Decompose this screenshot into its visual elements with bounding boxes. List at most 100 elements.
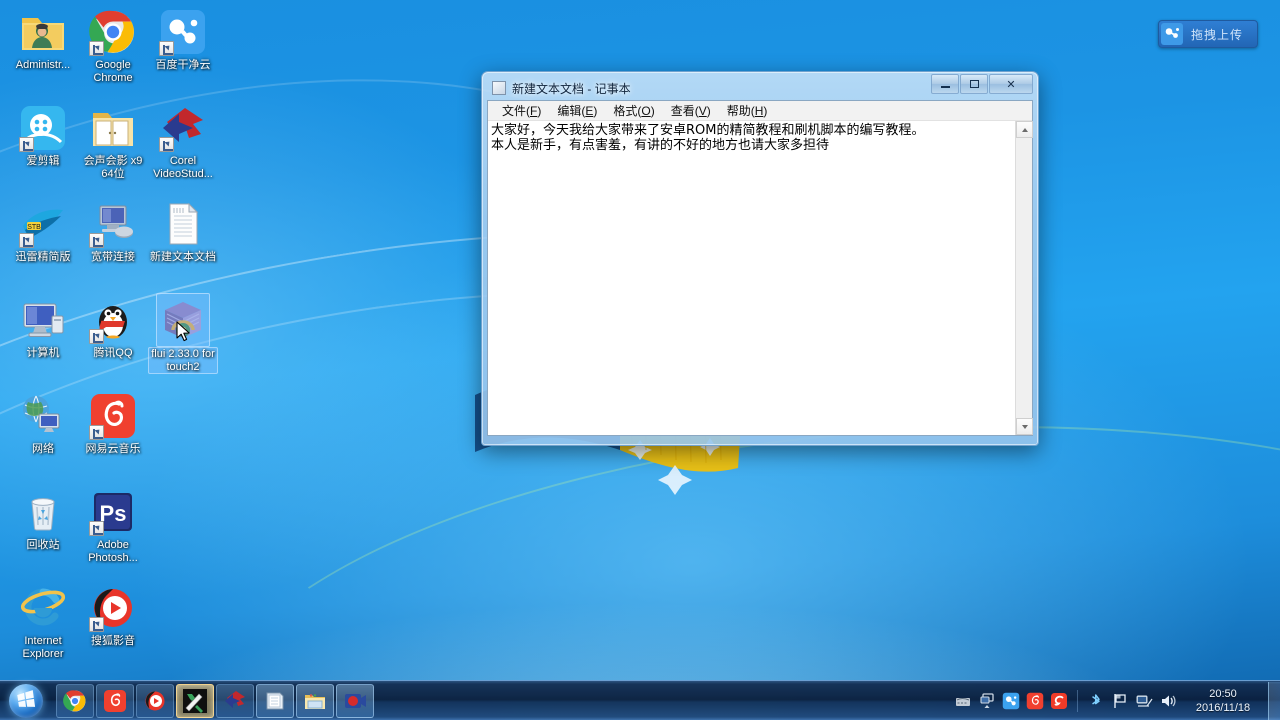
- show-desktop-button[interactable]: [1268, 681, 1280, 720]
- taskbar-sohu-video[interactable]: [136, 683, 174, 718]
- desktop-icon-broadband-connection[interactable]: 宽带连接: [78, 200, 148, 264]
- desktop-icon-computer[interactable]: 计算机: [8, 296, 78, 360]
- start-button[interactable]: [2, 682, 50, 720]
- notepad-titlebar[interactable]: 新建文本文档 - 记事本 ✕: [487, 74, 1033, 100]
- drag-upload-widget[interactable]: 拖拽上传: [1157, 20, 1258, 48]
- desktop-icon-aijianji[interactable]: 爱剪辑: [8, 104, 78, 168]
- desktop-icon-label: 腾讯QQ: [93, 347, 133, 359]
- desktop-icon-netease-music[interactable]: 网易云音乐: [78, 392, 148, 456]
- shortcut-overlay-icon: [89, 41, 104, 56]
- chrome-icon: [63, 689, 87, 713]
- desktop-icon-label: Adobe Photosh...: [88, 539, 138, 564]
- desktop-icon-label: 搜狐影音: [91, 635, 135, 647]
- scroll-down-arrow-icon[interactable]: [1016, 418, 1033, 435]
- desktop-icon-label: 回收站: [26, 539, 60, 551]
- baidu-cloud-icon: [159, 8, 207, 56]
- desktop-icon-label: 网易云音乐: [85, 443, 141, 455]
- desktop-icon-label: flui 2.33.0 for touch2: [148, 347, 218, 374]
- notepad-text-area[interactable]: 大家好，今天我给大家带来了安卓ROM的精简教程和刷机脚本的编写教程。 本人是新手…: [488, 121, 1015, 435]
- taskbar[interactable]: 20:50 2016/11/18: [0, 680, 1280, 720]
- tray-baidu-cloud[interactable]: [1002, 692, 1020, 710]
- notepad-menu-o[interactable]: 格式(O): [605, 100, 662, 121]
- notepad-menu-f[interactable]: 文件(F): [494, 100, 549, 121]
- desktop-icon-recycle-bin[interactable]: 回收站: [8, 488, 78, 552]
- photoshop-icon: Ps: [89, 488, 137, 536]
- desktop-icon-label: Corel VideoStud...: [153, 155, 213, 180]
- desktop-icon-new-text-document[interactable]: 新建文本文档: [148, 200, 218, 264]
- close-button[interactable]: ✕: [989, 74, 1033, 94]
- desktop-icon-label: 爱剪辑: [26, 155, 60, 167]
- notepad-icon: [492, 81, 506, 95]
- desktop-icon-baidu-cloud[interactable]: 百度干净云: [148, 8, 218, 72]
- desktop-icon-label: 网络: [32, 443, 54, 455]
- desktop-icon-google-chrome[interactable]: Google Chrome: [78, 8, 148, 84]
- desktop-icon-label: Administr...: [15, 59, 71, 71]
- taskbar-recorder[interactable]: [336, 683, 374, 718]
- notepad-menu-v[interactable]: 查看(V): [663, 100, 719, 121]
- notepad-text-area-wrap: 大家好，今天我给大家带来了安卓ROM的精简教程和刷机脚本的编写教程。 本人是新手…: [488, 121, 1033, 435]
- tray-volume[interactable]: [1159, 692, 1177, 710]
- sohu-video-icon: [143, 689, 167, 713]
- desktop-icon-internet-explorer[interactable]: Internet Explorer: [8, 584, 78, 660]
- winrar-archive-icon: [156, 293, 210, 347]
- taskbar-google-chrome[interactable]: [56, 683, 94, 718]
- desktop-icon-corel-videostudio[interactable]: Corel VideoStud...: [148, 104, 218, 180]
- desktop-icon-videostudio-x9[interactable]: 会声会影 x9 64位: [78, 104, 148, 180]
- shortcut-overlay-icon: [89, 425, 104, 440]
- tray-bluetooth[interactable]: [1087, 692, 1105, 710]
- desktop-icon-label: 百度干净云: [155, 59, 211, 71]
- clock-time: 20:50: [1209, 687, 1237, 700]
- scroll-up-arrow-icon[interactable]: [1016, 121, 1033, 138]
- desktop-icon-label: 宽带连接: [91, 251, 135, 263]
- baidu-cloud-icon: [1160, 23, 1183, 45]
- taskbar-tools-app[interactable]: [176, 683, 214, 718]
- internet-explorer-icon: [19, 584, 67, 632]
- folder-explorer-icon: [303, 689, 327, 713]
- corel-icon: [223, 689, 247, 713]
- tray-netease-music[interactable]: [1026, 692, 1044, 710]
- desktop-icon-administrator[interactable]: Administr...: [8, 8, 78, 72]
- notepad-window[interactable]: 新建文本文档 - 记事本 ✕ 文件(F) 编辑(E) 格式(O) 查看(V) 帮助(H)…: [481, 71, 1039, 446]
- taskbar-clock[interactable]: 20:50 2016/11/18: [1184, 687, 1262, 715]
- tray-hidden-icons[interactable]: [954, 692, 972, 710]
- svg-text:STB: STB: [27, 224, 41, 231]
- tray-network-monitor[interactable]: [978, 692, 996, 710]
- tray-divider: [1077, 689, 1078, 712]
- taskbar-netease-music[interactable]: [96, 683, 134, 718]
- computer-icon: [19, 296, 67, 344]
- tray-action-center[interactable]: [1111, 692, 1129, 710]
- network-globe-icon: [19, 392, 67, 440]
- shortcut-overlay-icon: [89, 233, 104, 248]
- shortcut-overlay-icon: [89, 617, 104, 632]
- netease-music-icon: [89, 392, 137, 440]
- minimize-button[interactable]: [931, 74, 959, 94]
- desktop-icon-sohu-video[interactable]: 搜狐影音: [78, 584, 148, 648]
- desktop-icon-thunder-lite[interactable]: STB 迅雷精简版: [8, 200, 78, 264]
- notepad-menu-e[interactable]: 编辑(E): [549, 100, 605, 121]
- notepad-vertical-scrollbar[interactable]: [1015, 121, 1033, 435]
- notepad-window-icon: [263, 689, 287, 713]
- desktop-icon-tencent-qq[interactable]: 腾讯QQ: [78, 296, 148, 360]
- shortcut-overlay-icon: [19, 137, 34, 152]
- tray-sogou-input[interactable]: [1050, 692, 1068, 710]
- desktop-icon-label: Internet Explorer: [22, 635, 64, 660]
- tray-network[interactable]: [1135, 692, 1153, 710]
- windows-start-orb-icon: [9, 683, 43, 718]
- shortcut-overlay-icon: [19, 233, 34, 248]
- shortcut-overlay-icon: [89, 329, 104, 344]
- desktop-icon-network[interactable]: 网络: [8, 392, 78, 456]
- network-connection-icon: [89, 200, 137, 248]
- desktop-icon-adobe-photoshop[interactable]: Ps Adobe Photosh...: [78, 488, 148, 564]
- sohu-video-icon: [89, 584, 137, 632]
- notepad-menubar[interactable]: 文件(F) 编辑(E) 格式(O) 查看(V) 帮助(H): [488, 101, 1032, 121]
- taskbar-corel-videostudio[interactable]: [216, 683, 254, 718]
- text-document-icon: [159, 200, 207, 248]
- folder-icon: [89, 104, 137, 152]
- desktop[interactable]: Administr... Google Chrome 百度干净云 爱剪辑 会声会…: [0, 0, 1280, 720]
- notepad-menu-h[interactable]: 帮助(H): [719, 100, 776, 121]
- clock-date: 2016/11/18: [1195, 701, 1251, 714]
- taskbar-windows-explorer[interactable]: [296, 683, 334, 718]
- desktop-icon-flui-archive[interactable]: flui 2.33.0 for touch2: [148, 293, 218, 374]
- maximize-button[interactable]: [960, 74, 988, 94]
- taskbar-notepad[interactable]: [256, 683, 294, 718]
